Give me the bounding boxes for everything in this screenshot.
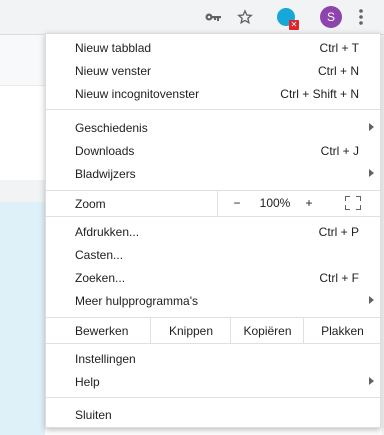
menu-item-shortcut: Ctrl + N (317, 63, 359, 78)
kebab-menu-icon[interactable] (349, 5, 373, 29)
menu-item-label: Afdrukken... (75, 224, 140, 239)
close-badge-icon: ✕ (289, 20, 299, 30)
edit-label: Bewerken (75, 324, 129, 338)
menu-item-new-tab[interactable]: Nieuw tabblad Ctrl + T (46, 36, 380, 59)
submenu-arrow-icon (369, 123, 374, 131)
menu-item-downloads[interactable]: Downloads Ctrl + J (46, 139, 380, 162)
menu-separator (46, 216, 380, 217)
menu-item-label: Meer hulpprogramma's (75, 293, 199, 308)
zoom-row: Zoom − 100% + (46, 191, 380, 216)
menu-separator (46, 109, 380, 110)
menu-item-label: Casten... (75, 247, 124, 262)
menu-item-shortcut: Ctrl + Shift + N (280, 86, 359, 101)
star-icon[interactable] (233, 5, 257, 29)
menu-item-new-incognito-window[interactable]: Nieuw incognitovenster Ctrl + Shift + N (46, 82, 380, 105)
extension-icon[interactable]: ✕ (274, 5, 299, 30)
zoom-label: Zoom (75, 197, 106, 211)
menu-item-help[interactable]: Help (46, 370, 380, 393)
menu-item-bookmarks[interactable]: Bladwijzers (46, 162, 380, 185)
browser-toolbar: ✕ S (0, 0, 384, 35)
menu-separator (46, 343, 380, 344)
menu-item-label: Geschiedenis (75, 120, 148, 135)
menu-item-shortcut: Ctrl + F (319, 270, 359, 285)
menu-item-history[interactable]: Geschiedenis (46, 116, 380, 139)
menu-item-more-tools[interactable]: Meer hulpprogramma's (46, 289, 380, 312)
menu-item-settings[interactable]: Instellingen (46, 347, 380, 370)
zoom-in-button[interactable]: + (302, 196, 316, 210)
menu-separator (46, 397, 380, 398)
paste-button[interactable]: Plakken (303, 318, 381, 343)
menu-item-shortcut: Ctrl + J (320, 143, 359, 158)
submenu-arrow-icon (369, 377, 374, 385)
menu-item-find[interactable]: Zoeken... Ctrl + F (46, 266, 380, 289)
chrome-main-menu: Nieuw tabblad Ctrl + T Nieuw venster Ctr… (45, 33, 381, 428)
fullscreen-icon[interactable] (345, 196, 361, 210)
zoom-level: 100% (259, 196, 291, 210)
submenu-arrow-icon (369, 296, 374, 304)
menu-item-exit[interactable]: Sluiten (46, 403, 380, 426)
menu-item-label: Nieuw venster (75, 63, 152, 78)
menu-item-label: Nieuw tabblad (75, 40, 152, 55)
menu-item-shortcut: Ctrl + T (319, 40, 359, 55)
menu-item-cast[interactable]: Casten... (46, 243, 380, 266)
zoom-out-button[interactable]: − (230, 196, 244, 210)
copy-button[interactable]: Kopiëren (230, 318, 304, 343)
menu-item-new-window[interactable]: Nieuw venster Ctrl + N (46, 59, 380, 82)
menu-item-label: Downloads (75, 143, 135, 158)
key-icon[interactable] (201, 5, 225, 29)
menu-item-print[interactable]: Afdrukken... Ctrl + P (46, 220, 380, 243)
menu-item-label: Bladwijzers (75, 166, 136, 181)
menu-item-label: Sluiten (75, 407, 112, 422)
menu-item-label: Instellingen (75, 351, 136, 366)
divider (217, 191, 218, 216)
avatar[interactable]: S (320, 6, 342, 28)
submenu-arrow-icon (369, 169, 374, 177)
menu-item-label: Nieuw incognitovenster (75, 86, 200, 101)
menu-item-label: Help (75, 374, 100, 389)
menu-item-shortcut: Ctrl + P (318, 224, 359, 239)
menu-item-label: Zoeken... (75, 270, 126, 285)
edit-row: Bewerken Knippen Kopiëren Plakken (46, 318, 380, 343)
page-background (0, 202, 45, 435)
cut-button[interactable]: Knippen (150, 318, 231, 343)
page-background (0, 180, 45, 202)
page-background (0, 35, 45, 86)
